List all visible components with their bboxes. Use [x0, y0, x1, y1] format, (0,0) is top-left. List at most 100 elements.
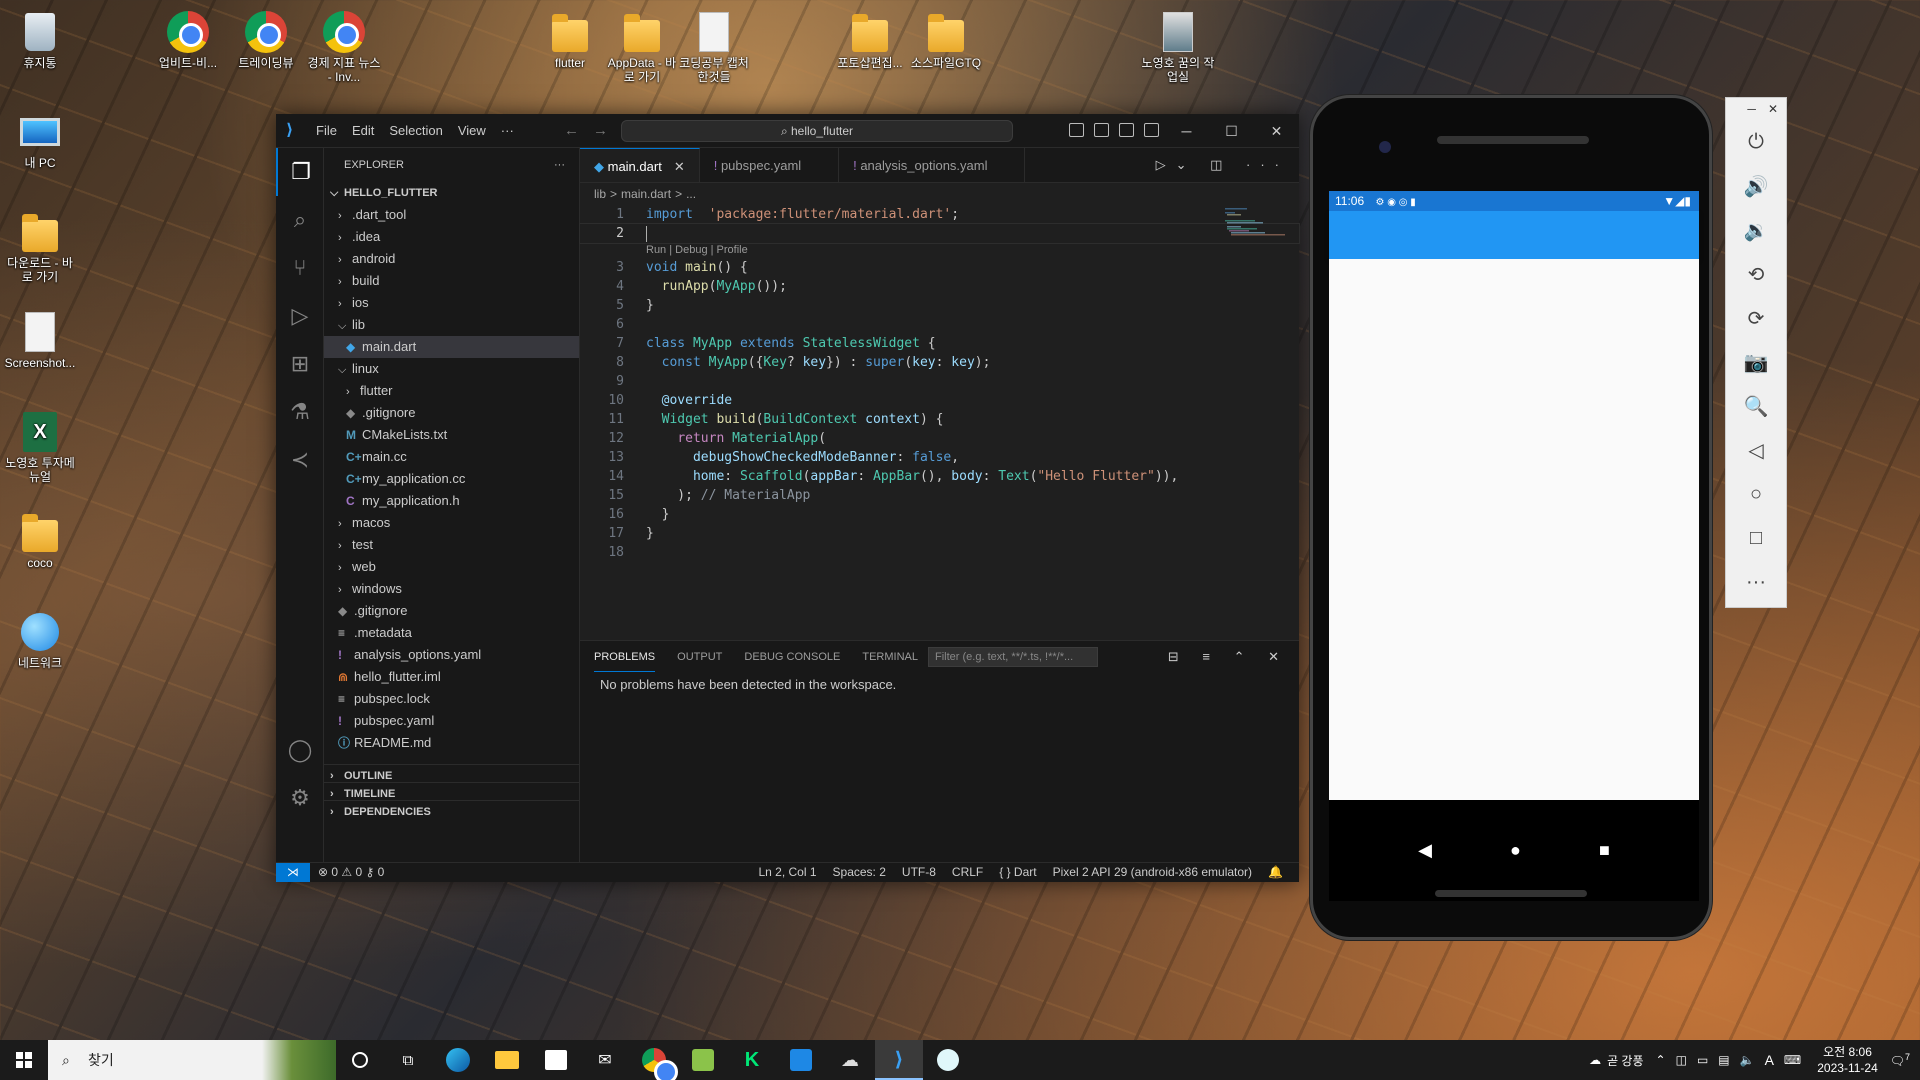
status-item[interactable]: CRLF — [952, 863, 983, 882]
desktop-icon[interactable]: 트레이딩뷰 — [228, 10, 304, 70]
breadcrumb-segment[interactable]: > — [675, 187, 682, 201]
desktop-icon[interactable]: 노영호 꿈의 작업실 — [1140, 10, 1216, 84]
panel-tab-debug-console[interactable]: DEBUG CONSOLE — [744, 643, 840, 671]
desktop-icon[interactable]: 소스파일GTQ — [908, 10, 984, 70]
tree-folder[interactable]: › build — [324, 270, 579, 292]
breadcrumb-segment[interactable]: lib — [594, 187, 606, 201]
home-icon[interactable]: ○ — [1726, 472, 1786, 516]
panel-tab-problems[interactable]: PROBLEMS — [594, 643, 656, 672]
tree-folder[interactable]: ⌵ linux — [324, 358, 579, 380]
problems-filter-input[interactable]: Filter (e.g. text, **/*.ts, !**/*... — [928, 647, 1098, 667]
recents-nav-button[interactable]: ■ — [1599, 840, 1610, 861]
battery-icon[interactable]: ▭ — [1697, 1053, 1708, 1067]
tree-folder[interactable]: › windows — [324, 578, 579, 600]
photos-icon[interactable] — [679, 1040, 727, 1080]
minimize-button[interactable]: ─ — [1164, 114, 1209, 148]
desktop-icon[interactable]: 코딩공부 캡처한것들 — [676, 10, 752, 84]
cloud-app-icon[interactable]: ☁ — [826, 1040, 874, 1080]
clock[interactable]: 오전 8:06 2023-11-24 — [1817, 1044, 1878, 1076]
kakao-icon[interactable]: K — [728, 1040, 776, 1080]
tree-file[interactable]: ! analysis_options.yaml — [324, 644, 579, 666]
tree-file[interactable]: ◆ main.dart — [324, 336, 579, 358]
codelens-run-debug[interactable]: Run | Debug | Profile — [580, 243, 1299, 258]
ime-indicator[interactable]: A — [1765, 1052, 1774, 1068]
menu-item[interactable]: File — [316, 123, 337, 138]
tree-file[interactable]: M CMakeLists.txt — [324, 424, 579, 446]
tree-folder[interactable]: › macos — [324, 512, 579, 534]
tree-file[interactable]: Cmy_application.h — [324, 490, 579, 512]
calculator-app-icon[interactable] — [777, 1040, 825, 1080]
run-debug-icon[interactable]: ▷ — [276, 292, 324, 340]
editor-tab[interactable]: ! analysis_options.yaml✕ — [839, 148, 1026, 182]
editor-tab[interactable]: ! pubspec.yaml✕ — [700, 148, 840, 182]
desktop-icon[interactable]: 업비트-비... — [150, 10, 226, 70]
tray-app-icon[interactable]: ◫ — [1676, 1053, 1687, 1067]
status-item[interactable]: Spaces: 2 — [833, 863, 886, 882]
breadcrumb-segment[interactable]: > — [610, 187, 617, 201]
toggle-sidebar-icon[interactable] — [1069, 123, 1084, 137]
menu-item[interactable]: Selection — [389, 123, 442, 138]
tree-folder[interactable]: › .dart_tool — [324, 204, 579, 226]
emulator-screen[interactable]: 11:06 ⚙ ◉ ◎ ▮ ▼◢▮ ◀ ● ■ — [1329, 191, 1699, 901]
tree-folder[interactable]: › test — [324, 534, 579, 556]
back-nav-button[interactable]: ◀ — [1418, 840, 1432, 861]
breadcrumb-segment[interactable]: ... — [686, 187, 696, 201]
tree-file[interactable]: C+my_application.cc — [324, 468, 579, 490]
editor-actions[interactable]: ▷⌄ ◫ ··· — [1156, 157, 1289, 173]
search-icon[interactable]: ⌕ — [276, 196, 324, 244]
edge-icon[interactable] — [434, 1040, 482, 1080]
tree-file[interactable]: ! pubspec.yaml — [324, 710, 579, 732]
zoom-icon[interactable]: 🔍 — [1726, 384, 1786, 428]
weather-icon[interactable]: ☁ — [1589, 1053, 1601, 1067]
rotate-left-icon[interactable]: ⟲ — [1726, 252, 1786, 296]
tree-folder[interactable]: › ios — [324, 292, 579, 314]
toggle-panel-icon[interactable] — [1094, 123, 1109, 137]
tree-file[interactable]: ⋒ hello_flutter.iml — [324, 666, 579, 688]
start-button[interactable] — [0, 1040, 48, 1080]
desktop-icon[interactable]: coco — [2, 510, 78, 570]
close-tab-icon[interactable]: ✕ — [674, 159, 685, 174]
breadcrumb[interactable]: lib > main.dart >... — [580, 183, 1299, 205]
tree-folder[interactable]: ⌵ lib — [324, 314, 579, 336]
emulator-close-button[interactable]: ✕ — [1768, 98, 1778, 120]
desktop-icon[interactable]: 휴지통 — [2, 10, 78, 70]
customize-layout-icon[interactable] — [1144, 123, 1159, 137]
tree-file[interactable]: ⓘ README.md — [324, 732, 579, 754]
tree-file[interactable]: C+main.cc — [324, 446, 579, 468]
status-item[interactable]: 🔔 — [1268, 863, 1283, 882]
desktop-icon[interactable]: Screenshot... — [2, 310, 78, 370]
task-view-icon[interactable]: ⧉ — [384, 1040, 432, 1080]
network-tray-icon[interactable]: ▤ — [1718, 1053, 1729, 1067]
desktop-icon[interactable]: flutter — [532, 10, 608, 70]
vscode-taskbar-icon[interactable]: ⟩ — [875, 1040, 923, 1080]
taskbar-search-box[interactable]: ⌕ 찾기 — [48, 1040, 336, 1080]
minimap[interactable] — [1225, 208, 1285, 238]
rotate-right-icon[interactable]: ⟳ — [1726, 296, 1786, 340]
more-icon[interactable]: ··· — [1726, 560, 1786, 604]
volume-up-icon[interactable]: 🔊 — [1726, 164, 1786, 208]
maximize-button[interactable]: ☐ — [1209, 114, 1254, 148]
tree-file[interactable]: ◆ .gitignore — [324, 402, 579, 424]
tree-folder[interactable]: › flutter — [324, 380, 579, 402]
cortana-icon[interactable] — [336, 1040, 384, 1080]
account-icon[interactable]: ◯ — [276, 726, 324, 774]
source-control-icon[interactable]: ⑂ — [276, 244, 324, 292]
volume-icon[interactable]: 🔈 — [1740, 1053, 1755, 1067]
desktop-icon[interactable]: 포토샵편집... — [832, 10, 908, 70]
settings-gear-icon[interactable]: ⚙ — [276, 774, 324, 822]
menu-item[interactable]: View — [458, 123, 486, 138]
mail-icon[interactable]: ✉ — [581, 1040, 629, 1080]
command-center[interactable]: ⌕ hello_flutter — [621, 120, 1013, 142]
overview-icon[interactable]: □ — [1726, 516, 1786, 560]
layout-controls[interactable] — [1069, 123, 1159, 137]
volume-down-icon[interactable]: 🔉 — [1726, 208, 1786, 252]
tree-file[interactable]: ≡ .metadata — [324, 622, 579, 644]
chrome-taskbar-icon[interactable] — [630, 1040, 678, 1080]
notification-center-icon[interactable]: 🗨7 — [1890, 1052, 1910, 1068]
code-editor[interactable]: 1 import 'package:flutter/material.dart';… — [579, 205, 1300, 562]
weather-text[interactable]: 곧 강풍 — [1607, 1052, 1643, 1069]
desktop-icon[interactable]: 네트워크 — [2, 610, 78, 670]
home-nav-button[interactable]: ● — [1510, 840, 1521, 861]
status-item[interactable]: Ln 2, Col 1 — [758, 863, 816, 882]
workspace-section[interactable]: ⌵ HELLO_FLUTTER — [324, 182, 579, 204]
